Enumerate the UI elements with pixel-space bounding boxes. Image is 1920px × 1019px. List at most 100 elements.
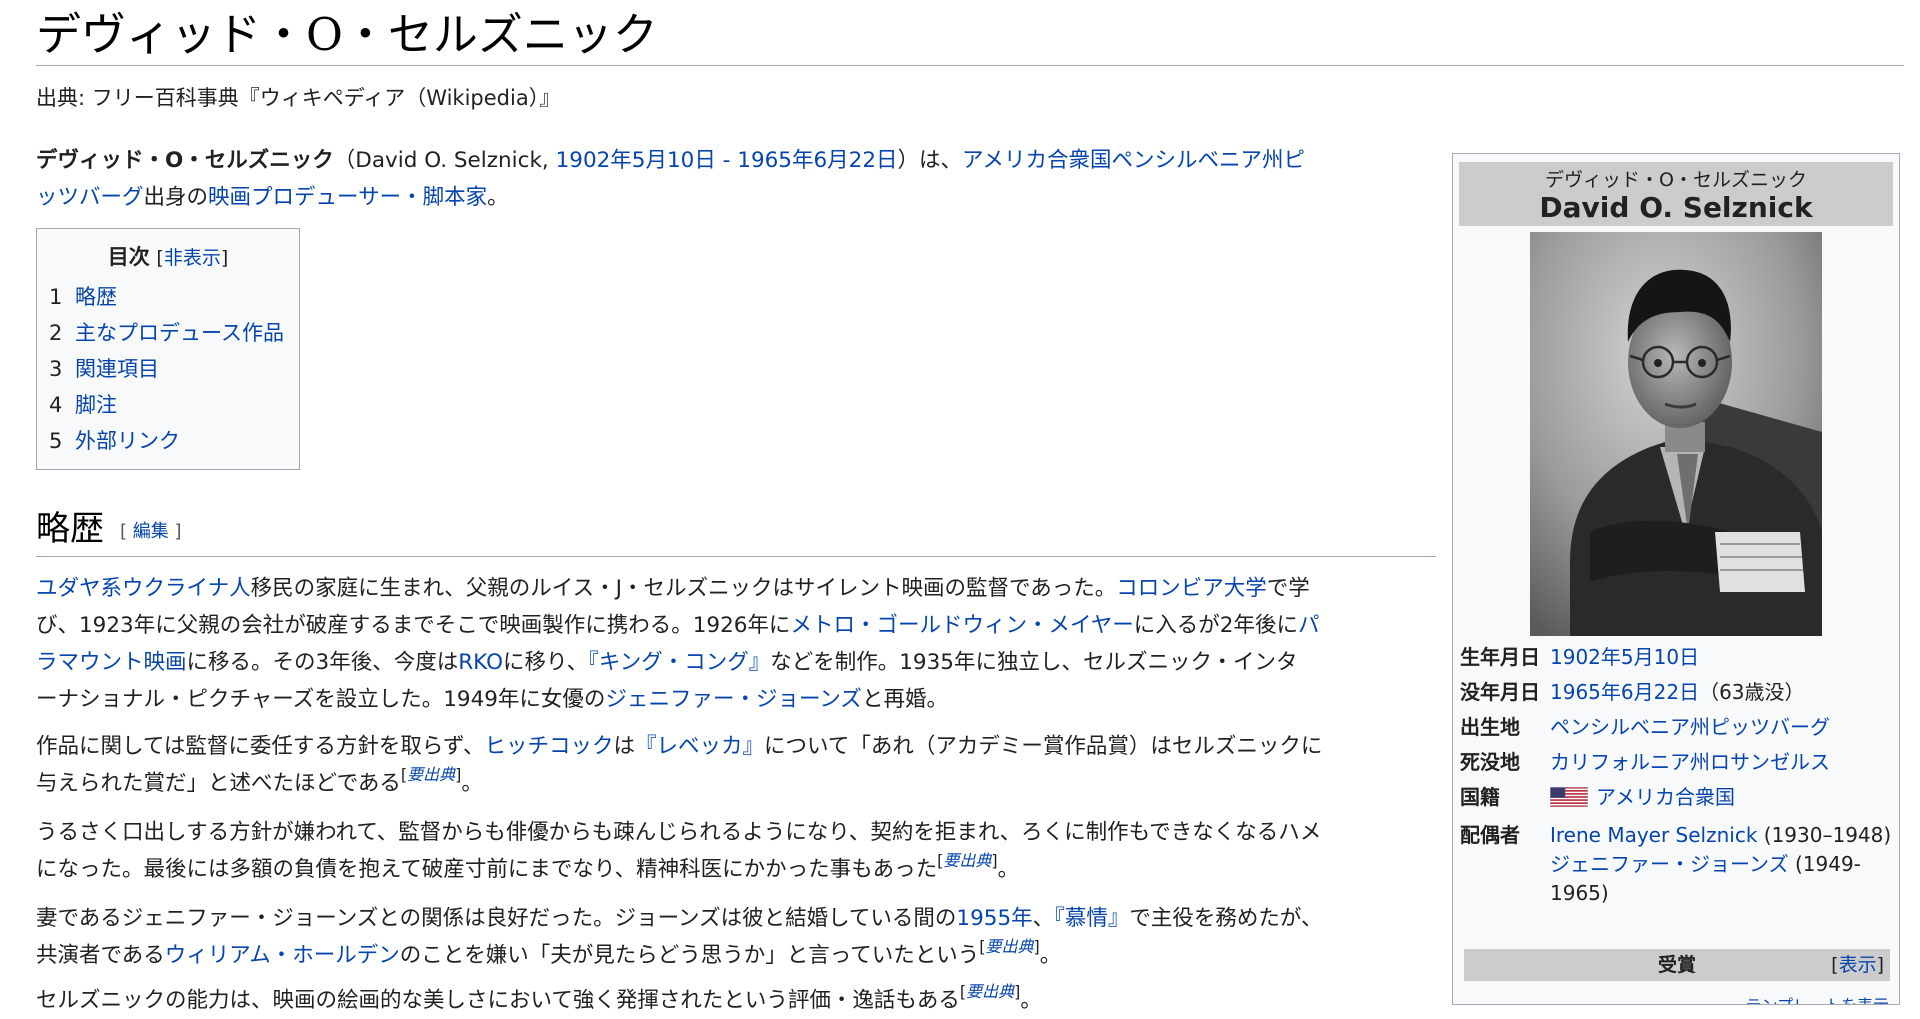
citation-needed-link[interactable]: 要出典 [407, 765, 455, 784]
lead-dates-link[interactable]: 1902年5月10日 - 1965年6月22日 [556, 148, 898, 173]
paragraph-text: び、1923年に父親の会社が破産するまでそこで映画製作に携わる。1926年に [36, 613, 791, 638]
lead-text: 出身の [143, 185, 209, 210]
paragraph-1: ユダヤ系ウクライナ人移民の家庭に生まれ、父親のルイス・J・セルズニックはサイレン… [36, 570, 1436, 718]
toc-item[interactable]: 3 関連項目 [49, 351, 299, 387]
awards-toggle: [表示] [1831, 949, 1884, 981]
citation-needed: [要出典] [960, 982, 1021, 1001]
paragraph-text: 。 [1039, 943, 1062, 968]
paragraph-text: と再婚。 [861, 687, 948, 712]
inline-link[interactable]: パ [1298, 613, 1320, 638]
toc-item-link[interactable]: 脚注 [75, 393, 117, 417]
lead-place-link[interactable]: アメリカ合衆国ペンシルベニア州ピ [962, 148, 1305, 173]
birthplace-link[interactable]: ペンシルベニア州ピッツバーグ [1550, 715, 1830, 739]
paragraph-text: になった。最後には多額の負債を抱えて破産寸前にまでなり、精神科医にかかった事もあ… [36, 857, 938, 882]
paragraph-text: ーナショナル・ピクチャーズを設立した。1949年に女優の [36, 687, 606, 712]
lead-bold-name: デヴィッド・O・セルズニック [36, 148, 334, 173]
awards-bracket: [ [1831, 954, 1839, 976]
page-title: デヴィッド・O・セルズニック [36, 8, 658, 61]
infobox-value: カリフォルニア州ロサンゼルス [1550, 745, 1896, 780]
toc-item-number: 4 [49, 393, 63, 417]
toc-toggle-bracket: [ [156, 247, 164, 269]
paragraph-text: 、 [1032, 906, 1055, 931]
death-date-link[interactable]: 1965年6月22日 [1550, 680, 1699, 704]
toc-item[interactable]: 2 主なプロデュース作品 [49, 315, 299, 351]
infobox: デヴィッド・O・セルズニック David O. Selznick 生年月日 19… [1452, 153, 1900, 1005]
citation-needed-link[interactable]: 要出典 [985, 937, 1033, 956]
inline-link[interactable]: RKO [458, 650, 503, 675]
infobox-row-birthplace: 出生地 ペンシルベニア州ピッツバーグ [1460, 710, 1896, 745]
toc-item-number: 2 [49, 321, 63, 345]
title-divider [36, 65, 1904, 66]
deathplace-link[interactable]: カリフォルニア州ロサンゼルス [1550, 750, 1830, 774]
portrait-image [1530, 232, 1822, 636]
toc-item-link[interactable]: 主なプロデュース作品 [75, 321, 284, 345]
lead-job-link[interactable]: 映画プロデューサー・脚本家 [208, 185, 487, 210]
paragraph-4: 妻であるジェニファー・ジョーンズとの関係は良好だった。ジョーンズは彼と結婚してい… [36, 900, 1436, 974]
inline-link[interactable]: ヒッチコック [485, 734, 614, 759]
inline-link[interactable]: 『慕情』 [1054, 906, 1129, 931]
inline-link[interactable]: ウィリアム・ホールデン [165, 943, 400, 968]
inline-link[interactable]: ラマウント映画 [36, 650, 187, 675]
toc-item[interactable]: 4 脚注 [49, 387, 299, 423]
toc-item-link[interactable]: 関連項目 [75, 357, 159, 381]
birth-date-link[interactable]: 1902年5月10日 [1550, 645, 1699, 669]
paragraph-text: 。 [1020, 988, 1042, 1013]
paragraph-text: 与えられた賞だ」と述べたほどである [36, 771, 401, 796]
infobox-label: 国籍 [1460, 785, 1500, 809]
lead-text: ）は、 [897, 148, 963, 173]
section-heading: 略歴 [ 編集 ] [36, 506, 1436, 557]
toc-item-number: 5 [49, 429, 63, 453]
infobox-value: 1902年5月10日 [1550, 640, 1896, 675]
paragraph-text: に移る。その3年後、今度は [186, 650, 459, 675]
paragraph-text: に移り、 [503, 650, 589, 675]
inline-link[interactable]: ユダヤ系ウクライナ人 [36, 576, 251, 601]
paragraph-text: 。 [461, 771, 483, 796]
toc-item-link[interactable]: 略歴 [75, 285, 117, 309]
death-age: （63歳没） [1699, 680, 1805, 704]
inline-link[interactable]: 『レベッカ』 [635, 734, 764, 759]
toc-item[interactable]: 1 略歴 [49, 279, 299, 315]
citation-needed: [要出典] [401, 765, 462, 784]
template-link[interactable]: テンプレートを表示 [1745, 992, 1889, 1004]
citation-needed-link[interactable]: 要出典 [943, 851, 991, 870]
citation-needed-link[interactable]: 要出典 [966, 982, 1014, 1001]
lead-place-link[interactable]: ッツバーグ [36, 185, 144, 210]
paragraph-text: うるさく口出しする方針が嫌われて、監督からも俳優からも疎んじられるようになり、契… [36, 820, 1322, 845]
spouse-link[interactable]: ジェニファー・ジョーンズ [1550, 852, 1789, 876]
paragraph-2: 作品に関しては監督に委任する方針を取らず、ヒッチコックは『レベッカ』について「あ… [36, 728, 1436, 802]
inline-link[interactable]: 『キング・コング』 [588, 650, 770, 675]
inline-link[interactable]: ジェニファー・ジョーンズ [605, 687, 862, 712]
toc-item[interactable]: 5 外部リンク [49, 423, 299, 459]
toc-item-number: 3 [49, 357, 63, 381]
toc-item-number: 1 [49, 285, 63, 309]
toc-list: 1 略歴 2 主なプロデュース作品 3 関連項目 4 脚注 5 外部リンク [49, 279, 299, 459]
infobox-rows: 生年月日 1902年5月10日 没年月日 1965年6月22日（63歳没） 出生… [1460, 640, 1896, 908]
infobox-name-en: David O. Selznick [1539, 191, 1813, 224]
infobox-label: 死没地 [1460, 750, 1520, 774]
infobox-label: 没年月日 [1460, 680, 1540, 704]
paragraph-text: で主役を務めたが、 [1129, 906, 1323, 931]
awards-show-link[interactable]: 表示 [1839, 954, 1877, 976]
infobox-value: Irene Mayer Selznick (1930–1948) ジェニファー・ジ… [1550, 818, 1896, 908]
table-of-contents: 目次 [非表示] 1 略歴 2 主なプロデュース作品 3 関連項目 4 脚注 5 外部リン… [36, 228, 300, 470]
portrait-photo[interactable] [1530, 232, 1822, 636]
paragraph-text: 移民の家庭に生まれ、父親のルイス・J・セルズニックはサイレント映画の監督であった… [250, 576, 1117, 601]
section-edit-link[interactable]: 編集 [133, 521, 169, 542]
toc-item-link[interactable]: 外部リンク [75, 429, 180, 453]
toc-toggle-bracket: ] [220, 247, 229, 269]
inline-link[interactable]: 1955年 [956, 906, 1032, 931]
lead-text: 。 [487, 185, 509, 210]
awards-header: 受賞 [表示] [1464, 949, 1890, 981]
inline-link[interactable]: メトロ・ゴールドウィン・メイヤー [790, 613, 1133, 638]
toc-hide-link[interactable]: 非表示 [164, 247, 221, 269]
inline-link[interactable]: コロンビア大学 [1116, 576, 1267, 601]
us-flag-icon [1549, 783, 1589, 818]
nationality-link[interactable]: アメリカ合衆国 [1596, 785, 1735, 809]
infobox-header: デヴィッド・O・セルズニック David O. Selznick [1459, 162, 1893, 226]
paragraph-text: 。 [997, 857, 1020, 882]
awards-title: 受賞 [1657, 954, 1696, 976]
spouse-link[interactable]: Irene Mayer Selznick [1550, 823, 1757, 847]
infobox-value: ペンシルベニア州ピッツバーグ [1550, 710, 1896, 745]
paragraph-text: 共演者である [36, 943, 165, 968]
infobox-row-deathplace: 死没地 カリフォルニア州ロサンゼルス [1460, 745, 1896, 780]
